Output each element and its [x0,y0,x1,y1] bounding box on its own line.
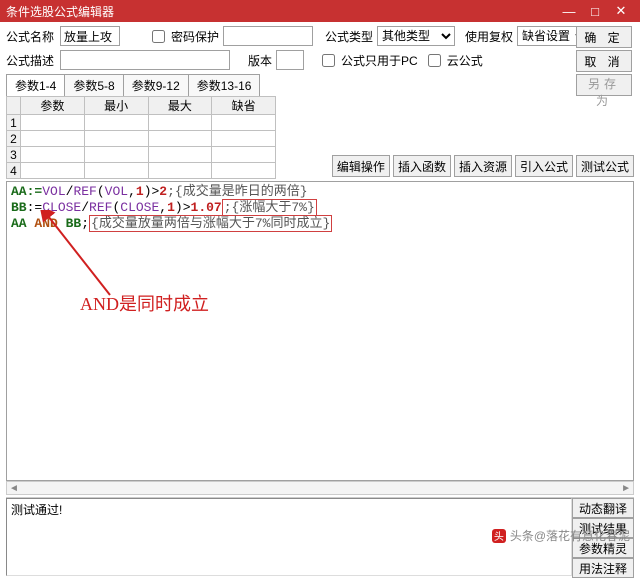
status-panel: 测试通过! [6,498,572,576]
version-label: 版本 [248,52,272,69]
maximize-button[interactable]: □ [582,4,608,19]
cancel-button[interactable]: 取 消 [576,50,632,72]
password-input[interactable] [223,26,313,46]
desc-input[interactable] [60,50,230,70]
table-row: 1 [7,115,276,131]
tab-params-9-12[interactable]: 参数9-12 [123,74,189,96]
import-formula-button[interactable]: 引入公式 [515,155,573,177]
desc-label: 公式描述 [6,52,56,69]
usage-comment-button[interactable]: 用法注释 [572,558,634,578]
insert-res-button[interactable]: 插入资源 [454,155,512,177]
minimize-button[interactable]: — [556,4,582,19]
cloud-label: 云公式 [447,52,483,69]
complex-label: 使用复权 [465,28,513,45]
scroll-right-icon[interactable]: ► [621,483,631,494]
param-tabs: 参数1-4 参数5-8 参数9-12 参数13-16 [6,74,634,96]
password-label: 密码保护 [171,28,219,45]
watermark: 头 头条@落花有意化春泥 [492,527,630,544]
tab-params-13-16[interactable]: 参数13-16 [188,74,261,96]
name-label: 公式名称 [6,28,56,45]
tab-params-1-4[interactable]: 参数1-4 [6,74,65,96]
close-button[interactable]: ✕ [608,3,634,19]
name-input[interactable] [60,26,120,46]
code-editor[interactable]: AA:=VOL/REF(VOL,1)>2;{成交量是昨日的两倍} BB:=CLO… [6,181,634,481]
test-formula-button[interactable]: 测试公式 [576,155,634,177]
version-input[interactable] [276,50,304,70]
table-row: 2 [7,131,276,147]
annotation-text: AND是同时成立 [80,290,209,316]
window-title: 条件选股公式编辑器 [6,3,556,20]
status-text: 测试通过! [11,503,62,517]
saveas-button: 另存为 [576,74,632,96]
ok-button[interactable]: 确 定 [576,26,632,48]
dyn-trans-button[interactable]: 动态翻译 [572,498,634,518]
watermark-logo-icon: 头 [492,529,506,543]
pconly-label: 公式只用于PC [341,52,418,69]
password-checkbox[interactable] [152,30,165,43]
scroll-left-icon[interactable]: ◄ [9,483,19,494]
edit-op-button[interactable]: 编辑操作 [332,155,390,177]
type-label: 公式类型 [325,28,373,45]
cloud-checkbox[interactable] [428,54,441,67]
type-select[interactable]: 其他类型 [377,26,455,46]
editor-scrollbar[interactable]: ◄► [6,481,634,495]
insert-func-button[interactable]: 插入函数 [393,155,451,177]
titlebar: 条件选股公式编辑器 — □ ✕ [0,0,640,22]
pconly-checkbox[interactable] [322,54,335,67]
tab-params-5-8[interactable]: 参数5-8 [64,74,123,96]
